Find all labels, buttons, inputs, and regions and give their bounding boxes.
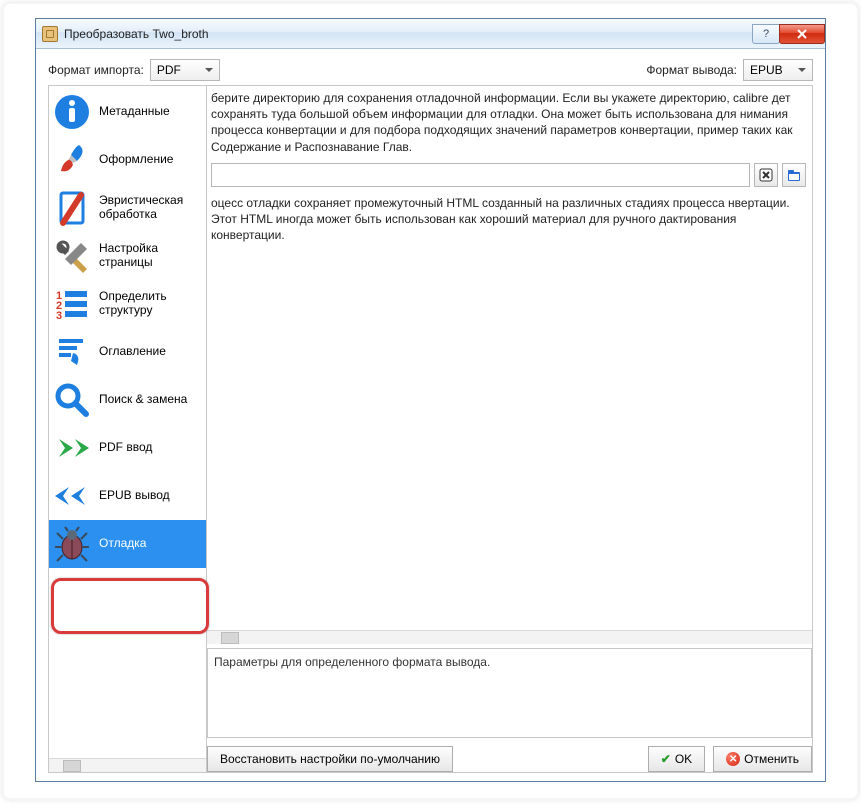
sidebar-item-label: Поиск & замена (99, 393, 187, 407)
debug-path-input[interactable] (211, 163, 750, 187)
help-button[interactable]: ? (752, 24, 780, 44)
search-icon (51, 380, 93, 420)
ok-button[interactable]: ✔OK (648, 746, 705, 772)
sidebar-item-label: PDF ввод (99, 441, 152, 455)
debug-description-2: оцесс отладки сохраняет промежуточный HT… (211, 195, 806, 244)
arrow-out-icon (51, 476, 93, 516)
titlebar: Преобразовать Two_broth ? (36, 19, 825, 49)
sidebar-item-page-setup[interactable]: Настройка страницы (49, 232, 206, 280)
check-icon: ✔ (661, 752, 671, 766)
import-format-select[interactable]: PDF (150, 59, 220, 81)
cancel-icon: ✕ (726, 752, 740, 766)
sidebar-item-structure[interactable]: 123 Определить структуру (49, 280, 206, 328)
sidebar-item-search-replace[interactable]: Поиск & замена (49, 376, 206, 424)
restore-defaults-button[interactable]: Восстановить настройки по-умолчанию (207, 746, 453, 772)
browse-path-button[interactable] (782, 163, 806, 187)
cancel-button[interactable]: ✕Отменить (713, 746, 812, 772)
sidebar-item-label: Оглавление (99, 345, 166, 359)
clear-path-button[interactable] (754, 163, 778, 187)
format-description-box: Параметры для определенного формата выво… (207, 648, 812, 738)
sidebar-item-label: Эвристическая обработка (99, 194, 202, 222)
main-scrollbar[interactable] (207, 630, 812, 644)
output-format-select[interactable]: EPUB (743, 59, 813, 81)
close-button[interactable] (779, 24, 825, 44)
sidebar: Метаданные Оформление Эвристическая обра… (49, 86, 206, 758)
arrow-in-icon (51, 428, 93, 468)
sidebar-item-debug[interactable]: Отладка (49, 520, 206, 568)
sidebar-item-label: EPUB вывод (99, 489, 170, 503)
sidebar-item-metadata[interactable]: Метаданные (49, 88, 206, 136)
info-icon (51, 92, 93, 132)
toc-icon (51, 332, 93, 372)
sidebar-item-toc[interactable]: Оглавление (49, 328, 206, 376)
brush-icon (51, 140, 93, 180)
sidebar-item-pdf-input[interactable]: PDF ввод (49, 424, 206, 472)
list-icon: 123 (51, 284, 93, 324)
sidebar-item-look[interactable]: Оформление (49, 136, 206, 184)
tools-icon (51, 236, 93, 276)
output-format-label: Формат вывода: (646, 63, 737, 77)
sidebar-scrollbar[interactable] (49, 758, 206, 772)
bug-icon (51, 524, 93, 564)
sidebar-item-epub-output[interactable]: EPUB вывод (49, 472, 206, 520)
window-title: Преобразовать Two_broth (64, 27, 209, 41)
sidebar-item-label: Оформление (99, 153, 173, 167)
sidebar-item-label: Определить структуру (99, 290, 202, 318)
sidebar-item-heuristic[interactable]: Эвристическая обработка (49, 184, 206, 232)
document-edit-icon (51, 188, 93, 228)
sidebar-item-label: Отладка (99, 537, 146, 551)
app-icon (42, 26, 58, 42)
svg-text:3: 3 (56, 310, 62, 322)
sidebar-item-label: Метаданные (99, 105, 170, 119)
debug-description-1: берите директорию для сохранения отладоч… (211, 90, 806, 155)
sidebar-item-label: Настройка страницы (99, 242, 202, 270)
import-format-label: Формат импорта: (48, 63, 144, 77)
